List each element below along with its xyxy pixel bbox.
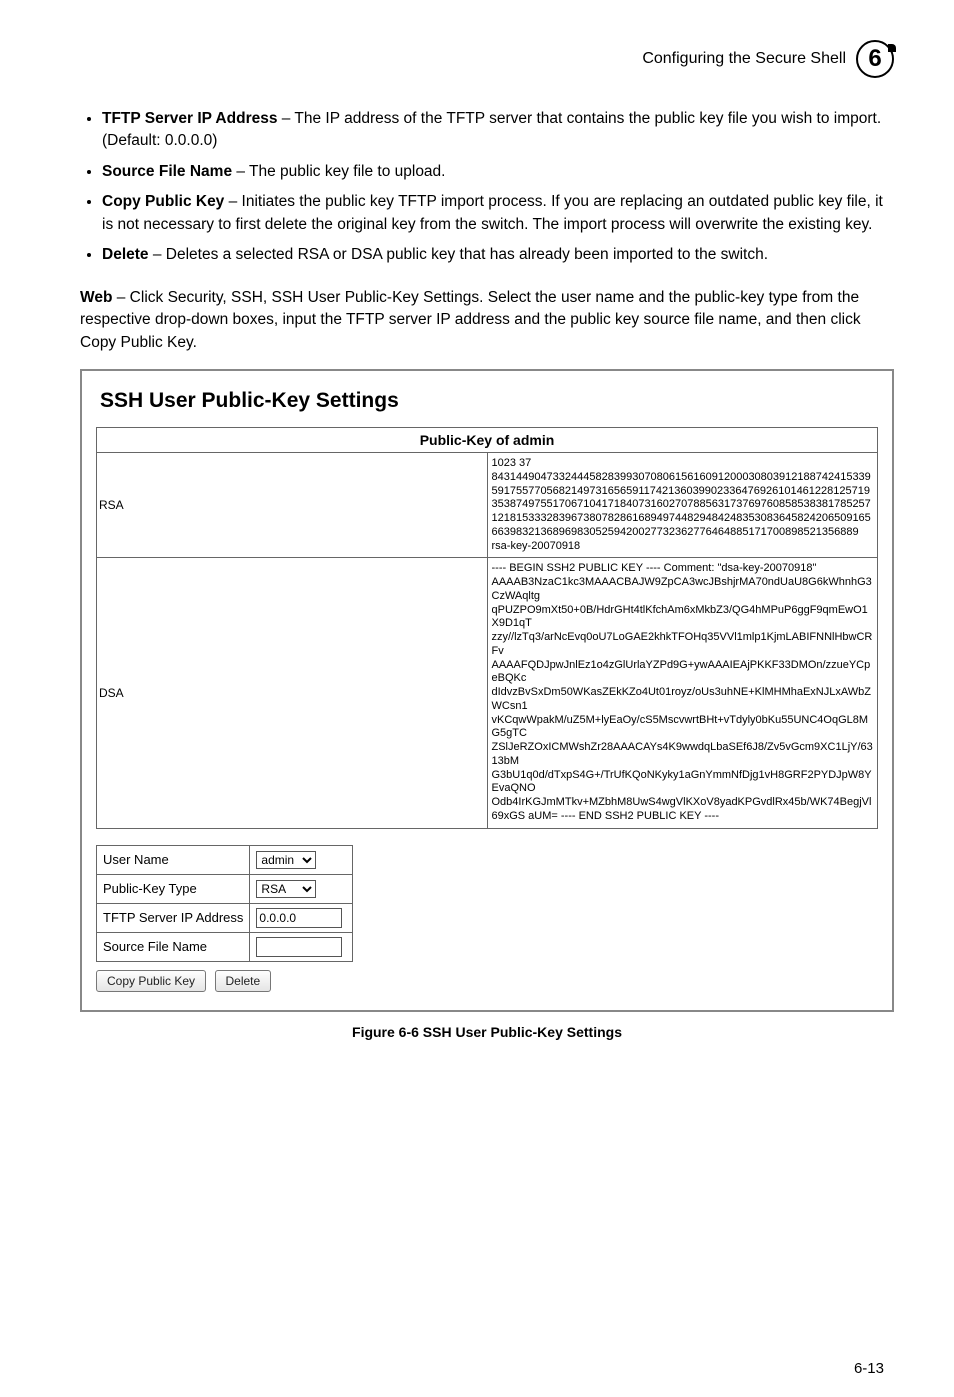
button-row: Copy Public Key Delete — [96, 970, 878, 992]
tftp-ip-input[interactable] — [256, 908, 342, 928]
bullet-label: Copy Public Key — [102, 193, 224, 210]
table-row: DSA ---- BEGIN SSH2 PUBLIC KEY ---- Comm… — [97, 558, 878, 828]
bullet-text: – The public key file to upload. — [232, 163, 445, 180]
pk-type-label: Public-Key Type — [97, 874, 250, 903]
page-number: 6-13 — [80, 1360, 894, 1377]
public-key-table: Public-Key of admin RSA 1023 37 84314490… — [96, 427, 878, 829]
bullet-text: – Deletes a selected RSA or DSA public k… — [149, 246, 768, 263]
bullet-label: Source File Name — [102, 163, 232, 180]
user-name-select[interactable]: admin — [256, 851, 316, 869]
tftp-ip-label: TFTP Server IP Address — [97, 903, 250, 932]
ssh-settings-panel: SSH User Public-Key Settings Public-Key … — [80, 369, 894, 1012]
pk-type-select[interactable]: RSA — [256, 880, 316, 898]
form-table: User Name admin Public-Key Type RSA TFTP… — [96, 845, 353, 962]
web-text: – Click Security, SSH, SSH User Public-K… — [80, 289, 861, 351]
copy-public-key-button[interactable]: Copy Public Key — [96, 970, 206, 992]
bullet-label: TFTP Server IP Address — [102, 110, 277, 127]
list-item: Copy Public Key – Initiates the public k… — [102, 191, 894, 236]
source-file-input[interactable] — [256, 937, 342, 957]
user-name-label: User Name — [97, 845, 250, 874]
bullet-list: TFTP Server IP Address – The IP address … — [80, 108, 894, 267]
rsa-key-content: 1023 37 84314490473324445828399307080615… — [487, 453, 878, 558]
page-header: Configuring the Secure Shell 6 — [80, 40, 894, 78]
list-item: Delete – Deletes a selected RSA or DSA p… — [102, 244, 894, 266]
table-header: Public-Key of admin — [97, 428, 878, 453]
header-title: Configuring the Secure Shell — [642, 50, 846, 68]
figure-caption: Figure 6-6 SSH User Public-Key Settings — [80, 1024, 894, 1040]
dsa-key-content: ---- BEGIN SSH2 PUBLIC KEY ---- Comment:… — [487, 558, 878, 828]
delete-button[interactable]: Delete — [215, 970, 272, 992]
source-file-label: Source File Name — [97, 932, 250, 961]
web-label: Web — [80, 289, 112, 306]
list-item: TFTP Server IP Address – The IP address … — [102, 108, 894, 153]
bullet-label: Delete — [102, 246, 149, 263]
row-label-rsa: RSA — [97, 453, 488, 558]
table-row: RSA 1023 37 8431449047332444582839930708… — [97, 453, 878, 558]
list-item: Source File Name – The public key file t… — [102, 161, 894, 183]
panel-heading: SSH User Public-Key Settings — [100, 389, 878, 413]
row-label-dsa: DSA — [97, 558, 488, 828]
chapter-badge-icon: 6 — [856, 40, 894, 78]
web-paragraph: Web – Click Security, SSH, SSH User Publ… — [80, 287, 894, 354]
